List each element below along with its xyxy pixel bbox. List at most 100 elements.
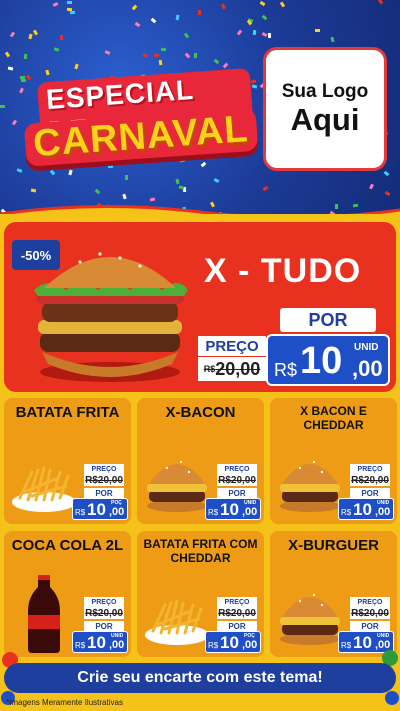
product-price-int: 10	[353, 500, 372, 519]
product-price-int: 10	[220, 500, 239, 519]
confetti-piece	[158, 59, 163, 66]
product-card[interactable]: COCA COLA 2L PREÇO R$20,00 POR R$ 10 UNID ,00	[4, 531, 131, 657]
product-price-int: 10	[87, 500, 106, 519]
product-name: X-BURGUER	[288, 537, 379, 554]
confetti-piece	[74, 64, 79, 70]
confetti-piece	[0, 104, 6, 108]
product-card[interactable]: X BACON E CHEDDAR PREÇO R$20,00 POR R$ 10 UNID…	[270, 398, 397, 524]
confetti-piece	[268, 32, 272, 39]
confetti-piece	[9, 31, 15, 38]
confetti-piece	[142, 52, 149, 58]
confetti-piece	[262, 185, 269, 192]
product-name: X-BACON	[165, 404, 236, 421]
logo-placeholder[interactable]: Sua Logo Aqui	[263, 47, 387, 171]
confetti-piece	[184, 52, 191, 59]
confetti-piece	[175, 179, 180, 185]
product-price-int: 10	[87, 633, 106, 652]
product-name: BATATA FRITA COM CHEDDAR	[143, 537, 258, 565]
product-currency: R$	[75, 641, 86, 650]
product-price-tag: R$ 10 UNID ,00	[338, 498, 394, 520]
confetti-piece	[384, 191, 391, 197]
product-old-price: R$20,00	[350, 474, 390, 486]
product-price-dec: ,00	[375, 506, 391, 518]
product-currency: R$	[208, 508, 219, 517]
burger-icon	[141, 442, 213, 520]
confetti-piece	[5, 51, 11, 58]
confetti-piece	[193, 52, 197, 58]
confetti-piece	[150, 18, 157, 24]
confetti-piece	[330, 37, 336, 43]
confetti-piece	[314, 29, 320, 33]
confetti-piece	[377, 0, 384, 5]
footnote: *Imagens Meramente Ilustrativas	[6, 698, 123, 707]
confetti-piece	[251, 84, 258, 89]
product-card[interactable]: BATATA FRITA COM CHEDDAR PREÇO R$20,00 POR R…	[137, 531, 264, 657]
featured-old-currency: R$	[203, 364, 216, 374]
header-banner: ESPECIAL DE CARNAVAL Sua Logo Aqui	[0, 0, 400, 220]
confetti-piece	[67, 7, 73, 12]
product-old-price: R$20,00	[217, 607, 257, 619]
confetti-piece	[260, 0, 266, 6]
confetti-piece	[59, 34, 64, 41]
fries-icon	[141, 575, 213, 653]
confetti-piece	[94, 188, 101, 195]
featured-unit: UNID	[354, 342, 379, 353]
confetti-piece	[125, 174, 129, 180]
product-preco-label: PREÇO	[84, 464, 124, 474]
featured-preco-label: PREÇO	[198, 336, 266, 356]
product-price-tag: R$ 10 UNID ,00	[72, 631, 128, 653]
confetti-piece	[161, 47, 167, 52]
featured-por-label: POR	[280, 308, 376, 332]
confetti-piece	[131, 4, 137, 11]
confetti-piece	[236, 29, 243, 36]
product-price-dec: ,00	[242, 506, 258, 518]
confetti-piece	[197, 10, 201, 16]
confetti-piece	[261, 32, 268, 38]
confetti-piece	[280, 1, 286, 8]
featured-price-dec: ,00	[352, 356, 383, 381]
cta-banner[interactable]: Crie seu encarte com este tema!	[4, 663, 396, 693]
product-price-dec: ,00	[242, 639, 258, 651]
featured-price-int: 10	[300, 340, 343, 382]
confetti-piece	[66, 0, 72, 4]
confetti-piece	[213, 58, 220, 65]
confetti-piece	[121, 193, 127, 200]
product-preco-label: PREÇO	[350, 597, 390, 607]
confetti-piece	[23, 54, 27, 60]
confetti-piece	[178, 185, 185, 190]
product-old-price: R$20,00	[350, 607, 390, 619]
confetti-piece	[11, 119, 17, 126]
confetti-piece	[45, 69, 50, 75]
discount-badge: -50%	[12, 240, 60, 270]
product-card[interactable]: X-BURGUER PREÇO R$20,00 POR R$ 10 UNID ,00	[270, 531, 397, 657]
product-por-label: POR	[350, 488, 390, 498]
title-block: ESPECIAL DE CARNAVAL	[15, 64, 258, 180]
logo-text-1: Sua Logo	[281, 80, 369, 102]
confetti-piece	[368, 183, 374, 190]
confetti-piece	[384, 170, 390, 176]
product-preco-label: PREÇO	[350, 464, 390, 474]
product-card[interactable]: X-BACON PREÇO R$20,00 POR R$ 10 UNID ,00	[137, 398, 264, 524]
confetti-piece	[250, 79, 257, 84]
featured-price-tag: R$ 10 UNID ,00	[266, 334, 390, 386]
burger-icon	[274, 442, 346, 520]
confetti-piece	[32, 29, 38, 36]
product-old-price: R$20,00	[217, 474, 257, 486]
confetti-piece	[53, 47, 60, 52]
logo-text-2: Aqui	[290, 101, 360, 137]
product-card[interactable]: BATATA FRITA PREÇO R$20,00 POR R$ 10 POÇ ,00	[4, 398, 131, 524]
product-old-price: R$20,00	[84, 607, 124, 619]
product-name: X BACON E CHEDDAR	[300, 404, 367, 432]
product-por-label: POR	[84, 488, 124, 498]
product-preco-label: PREÇO	[217, 597, 257, 607]
burger-icon	[274, 575, 346, 653]
product-por-label: POR	[84, 621, 124, 631]
product-currency: R$	[341, 508, 352, 517]
confetti-piece	[261, 15, 268, 21]
confetti-piece	[154, 53, 160, 58]
featured-old-price: R$ 20,00	[198, 357, 266, 381]
product-price-tag: R$ 10 POÇ ,00	[205, 631, 261, 653]
product-name: BATATA FRITA	[15, 404, 120, 421]
product-name: COCA COLA 2L	[11, 537, 124, 554]
product-price-dec: ,00	[109, 639, 125, 651]
